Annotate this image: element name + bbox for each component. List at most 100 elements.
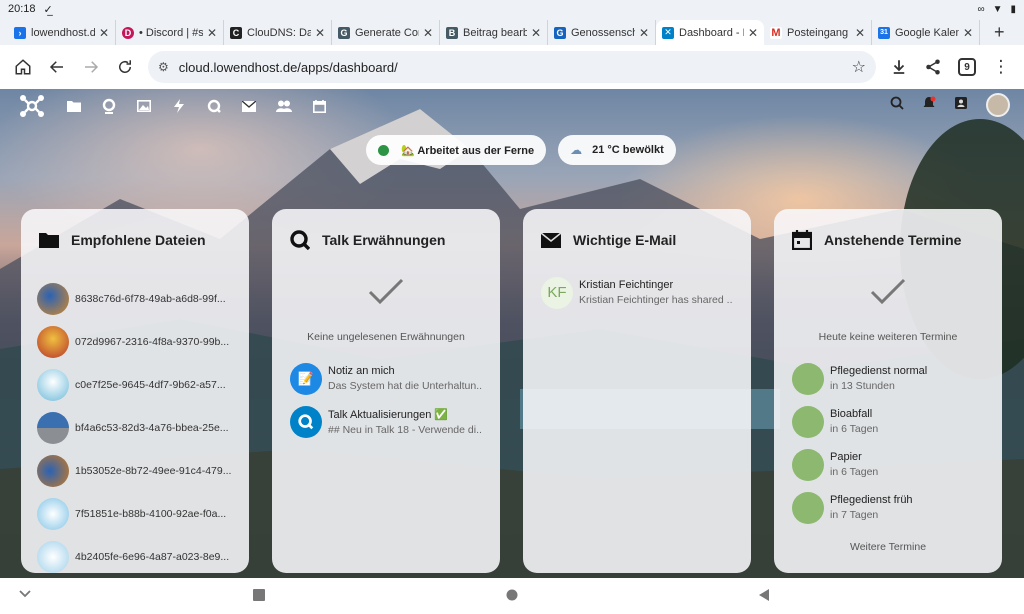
file-item[interactable]: 8638c76d-6f78-49ab-a6d8-99f... bbox=[37, 277, 231, 320]
tab-genossenschaft[interactable]: G Genossenscha ✕ bbox=[548, 20, 656, 45]
home-button[interactable] bbox=[506, 588, 518, 606]
file-item[interactable]: bf4a6c53-82d3-4a76-bbea-25e... bbox=[37, 406, 231, 449]
mail-sender: Kristian Feichtinger bbox=[579, 279, 674, 291]
close-tab-icon[interactable]: ✕ bbox=[639, 26, 649, 40]
file-name: 4b2405fe-6e96-4a87-a023-8e9... bbox=[75, 550, 230, 563]
notifications-icon[interactable] bbox=[922, 96, 936, 115]
file-name: 8638c76d-6f78-49ab-a6d8-99f... bbox=[75, 292, 226, 305]
dashboard-page: 🏡 Arbeitet aus der Ferne ☁ 21 °C bewölkt… bbox=[0, 89, 1024, 578]
tab-discord[interactable]: D • Discord | #su ✕ bbox=[116, 20, 224, 45]
tab-google-calendar[interactable]: 31 Google Kalend ✕ bbox=[872, 20, 980, 45]
cloud-icon: ☁ bbox=[570, 143, 583, 157]
event-time: in 6 Tagen bbox=[830, 466, 879, 478]
file-item[interactable]: c0e7f25e-9645-4df7-9b62-a57... bbox=[37, 363, 231, 406]
file-item[interactable]: 072d9967-2316-4f8a-9370-99b... bbox=[37, 320, 231, 363]
chevron-down-icon[interactable] bbox=[18, 586, 32, 605]
favicon-icon: ✕ bbox=[662, 26, 674, 39]
widget-title: Anstehende Termine bbox=[824, 232, 962, 248]
calendar-icon bbox=[792, 230, 812, 250]
nextcloud-logo-icon[interactable] bbox=[18, 92, 46, 120]
file-item[interactable]: 7f51851e-b88b-4100-92ae-f0a... bbox=[37, 492, 231, 535]
status-text: 🏡 Arbeitet aus der Ferne bbox=[401, 144, 535, 157]
widget-recommended-files: Empfohlene Dateien 8638c76d-6f78-49ab-a6… bbox=[21, 209, 249, 573]
favicon-icon: C bbox=[230, 26, 242, 39]
talk-conversation-item[interactable]: 📝 Notiz an mich Das System hat die Unter… bbox=[290, 357, 482, 400]
checkmark-icon bbox=[792, 277, 984, 317]
home-icon[interactable] bbox=[6, 50, 40, 84]
widget-title: Wichtige E-Mail bbox=[573, 232, 677, 248]
tab-dashboard[interactable]: ✕ Dashboard - D ✕ bbox=[656, 20, 764, 45]
tab-title: Beitrag bearbe bbox=[463, 26, 527, 39]
close-tab-icon[interactable]: ✕ bbox=[531, 26, 541, 40]
weather-status-button[interactable]: ☁ 21 °C bewölkt bbox=[558, 135, 676, 165]
tab-lowendhost[interactable]: › lowendhost.de ✕ bbox=[8, 20, 116, 45]
file-name: bf4a6c53-82d3-4a76-bbea-25e... bbox=[75, 421, 229, 434]
back-icon[interactable] bbox=[40, 50, 74, 84]
talk-app-icon[interactable] bbox=[206, 98, 222, 114]
close-tab-icon[interactable]: ✕ bbox=[963, 26, 973, 40]
recents-button[interactable] bbox=[253, 588, 265, 606]
search-icon[interactable] bbox=[890, 96, 904, 115]
user-status-button[interactable]: 🏡 Arbeitet aus der Ferne bbox=[366, 135, 547, 165]
file-thumbnail bbox=[37, 540, 69, 573]
tab-title: Genossenscha bbox=[571, 26, 635, 39]
share-icon[interactable] bbox=[916, 50, 950, 84]
back-button[interactable] bbox=[758, 588, 770, 606]
battery-icon: ▮ bbox=[1010, 3, 1016, 15]
file-thumbnail bbox=[37, 497, 69, 530]
tab-title: lowendhost.de bbox=[31, 26, 95, 39]
file-name: 1b53052e-8b72-49ee-91c4-479... bbox=[75, 464, 231, 477]
close-tab-icon[interactable]: ✕ bbox=[315, 26, 325, 40]
tab-switcher-button[interactable]: 9 bbox=[950, 50, 984, 84]
close-tab-icon[interactable]: ✕ bbox=[99, 26, 109, 40]
event-time: in 6 Tagen bbox=[830, 423, 879, 435]
event-item[interactable]: Pflegedienst früh in 7 Tagen bbox=[792, 486, 984, 529]
widget-title: Empfohlene Dateien bbox=[71, 232, 206, 248]
download-icon[interactable] bbox=[882, 50, 916, 84]
files-app-icon[interactable] bbox=[66, 98, 82, 114]
reload-icon[interactable] bbox=[108, 50, 142, 84]
calendar-app-icon[interactable] bbox=[311, 98, 327, 114]
close-tab-icon[interactable]: ✕ bbox=[423, 26, 433, 40]
file-item[interactable]: 4b2405fe-6e96-4a87-a023-8e9... bbox=[37, 535, 231, 573]
tab-generate-config[interactable]: G Generate Conf ✕ bbox=[332, 20, 440, 45]
url-text[interactable]: cloud.lowendhost.de/apps/dashboard/ bbox=[179, 60, 842, 75]
close-tab-icon[interactable]: ✕ bbox=[748, 26, 758, 40]
file-name: 7f51851e-b88b-4100-92ae-f0a... bbox=[75, 507, 227, 520]
status-bar: 🏡 Arbeitet aus der Ferne ☁ 21 °C bewölkt bbox=[366, 135, 676, 165]
event-item[interactable]: Bioabfall in 6 Tagen bbox=[792, 400, 984, 443]
dashboard-app-icon[interactable] bbox=[101, 98, 117, 114]
address-bar[interactable]: ⚙ cloud.lowendhost.de/apps/dashboard/ ☆ bbox=[148, 51, 876, 83]
event-item[interactable]: Papier in 6 Tagen bbox=[792, 443, 984, 486]
event-time: in 13 Stunden bbox=[830, 380, 895, 392]
close-tab-icon[interactable]: ✕ bbox=[207, 26, 217, 40]
event-title: Pflegedienst früh bbox=[830, 494, 913, 506]
event-item[interactable]: Pflegedienst normal in 13 Stunden bbox=[792, 357, 984, 400]
event-color-dot bbox=[792, 491, 824, 524]
close-tab-icon[interactable]: ✕ bbox=[855, 26, 865, 40]
menu-kebab-icon[interactable]: ⋮ bbox=[984, 50, 1018, 84]
forward-icon[interactable] bbox=[74, 50, 108, 84]
site-settings-icon[interactable]: ⚙ bbox=[158, 60, 169, 74]
more-events-link[interactable]: Weitere Termine bbox=[792, 541, 984, 553]
event-color-dot bbox=[792, 362, 824, 395]
mail-item[interactable]: KF Kristian Feichtinger Kristian Feichti… bbox=[541, 271, 733, 314]
online-status-icon bbox=[378, 144, 389, 156]
file-item[interactable]: 1b53052e-8b72-49ee-91c4-479... bbox=[37, 449, 231, 492]
photos-app-icon[interactable] bbox=[136, 98, 152, 114]
empty-state-text: Keine ungelesenen Erwähnungen bbox=[307, 331, 465, 343]
user-avatar[interactable] bbox=[986, 93, 1010, 117]
activity-app-icon[interactable] bbox=[171, 98, 187, 114]
bookmark-star-icon[interactable]: ☆ bbox=[852, 57, 866, 77]
widget-talk-mentions: Talk Erwähnungen Keine ungelesenen Erwäh… bbox=[272, 209, 500, 573]
tab-beitrag[interactable]: B Beitrag bearbe ✕ bbox=[440, 20, 548, 45]
nextcloud-header bbox=[0, 89, 1024, 123]
new-tab-button[interactable]: + bbox=[986, 20, 1013, 45]
tab-gmail[interactable]: M Posteingang ( ✕ bbox=[764, 20, 872, 45]
contacts-menu-icon[interactable] bbox=[954, 96, 968, 115]
mail-app-icon[interactable] bbox=[241, 98, 257, 114]
tab-cloudns[interactable]: C ClouDNS: Dasl ✕ bbox=[224, 20, 332, 45]
android-navigation-bar bbox=[0, 578, 1024, 614]
contacts-app-icon[interactable] bbox=[276, 98, 292, 114]
talk-conversation-item[interactable]: Talk Aktualisierungen ✅ ## Neu in Talk 1… bbox=[290, 400, 482, 443]
